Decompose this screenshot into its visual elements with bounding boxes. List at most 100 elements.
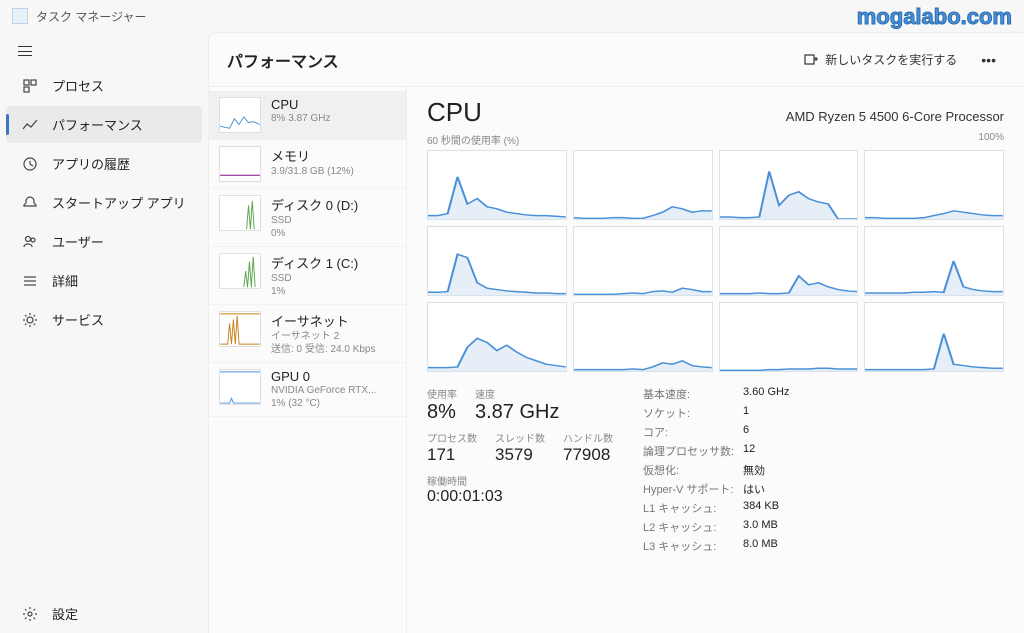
stat-label: 使用率 <box>427 386 457 401</box>
spec-key: Hyper-V サポート: <box>643 481 743 497</box>
spec-key: 論理プロセッサ数: <box>643 443 743 459</box>
stat-label: 速度 <box>475 386 559 401</box>
resource-sub: 1% (32 °C) <box>271 397 396 410</box>
cpu-core-cell <box>573 302 713 372</box>
graph-right-label: 100% <box>978 132 1004 147</box>
resource-disk0[interactable]: ディスク 0 (D:) SSD 0% <box>209 189 406 247</box>
spec-value: 6 <box>743 424 749 440</box>
cpu-core-cell <box>864 302 1004 372</box>
spec-value: 無効 <box>743 462 765 478</box>
nav-label: スタートアップ アプリ <box>52 193 186 212</box>
cpu-core-cell <box>427 150 567 220</box>
users-icon <box>22 234 38 250</box>
cpu-core-cell <box>719 150 859 220</box>
resource-memory[interactable]: メモリ 3.9/31.8 GB (12%) <box>209 140 406 189</box>
spec-value: はい <box>743 481 765 497</box>
spec-key: L1 キャッシュ: <box>643 500 743 516</box>
process-count: 171 <box>427 445 477 465</box>
resource-sub: SSD <box>271 214 396 227</box>
resource-gpu[interactable]: GPU 0 NVIDIA GeForce RTX... 1% (32 °C) <box>209 363 406 417</box>
new-task-icon <box>803 52 819 68</box>
spec-key: 仮想化: <box>643 462 743 478</box>
resource-ethernet[interactable]: イーサネット イーサネット 2 送信: 0 受信: 24.0 Kbps <box>209 305 406 363</box>
spec-value: 12 <box>743 443 755 459</box>
nav-label: プロセス <box>52 76 104 95</box>
spec-row: 仮想化:無効 <box>643 462 789 478</box>
uptime-label: 稼働時間 <box>427 473 613 488</box>
spec-value: 3.60 GHz <box>743 386 789 402</box>
nav-startup[interactable]: スタートアップ アプリ <box>6 184 202 221</box>
spec-row: L3 キャッシュ:8.0 MB <box>643 538 789 554</box>
page-title: パフォーマンス <box>227 48 793 72</box>
window-title: タスク マネージャー <box>36 8 147 25</box>
resource-cpu[interactable]: CPU 8% 3.87 GHz <box>209 91 406 140</box>
spec-key: L2 キャッシュ: <box>643 519 743 535</box>
disk-thumb <box>219 253 261 289</box>
services-icon <box>22 312 38 328</box>
resource-list: CPU 8% 3.87 GHz メモリ 3.9/31.8 GB (12%) ディ… <box>209 87 407 633</box>
performance-icon <box>22 117 38 133</box>
uptime-value: 0:00:01:03 <box>427 488 613 506</box>
cpu-core-cell <box>719 226 859 296</box>
spec-table: 基本速度:3.60 GHzソケット:1コア:6論理プロセッサ数:12仮想化:無効… <box>643 386 789 557</box>
stat-label: プロセス数 <box>427 430 477 445</box>
resource-sub: SSD <box>271 272 396 285</box>
gpu-thumb <box>219 369 261 405</box>
cpu-core-cell <box>427 302 567 372</box>
resource-sub: 8% 3.87 GHz <box>271 112 396 125</box>
new-task-button[interactable]: 新しいタスクを実行する <box>793 47 967 72</box>
resource-name: CPU <box>271 97 396 112</box>
spec-row: 論理プロセッサ数:12 <box>643 443 789 459</box>
spec-row: ソケット:1 <box>643 405 789 421</box>
cpu-core-grid <box>427 150 1004 372</box>
stat-label: ハンドル数 <box>563 430 613 445</box>
spec-row: Hyper-V サポート:はい <box>643 481 789 497</box>
nav-app-history[interactable]: アプリの履歴 <box>6 145 202 182</box>
resource-sub: イーサネット 2 <box>271 330 396 343</box>
nav-label: アプリの履歴 <box>52 154 130 173</box>
cpu-core-cell <box>427 226 567 296</box>
resource-name: ディスク 0 (D:) <box>271 195 396 214</box>
stat-label: スレッド数 <box>495 430 545 445</box>
more-button[interactable]: ••• <box>971 48 1006 72</box>
hamburger-button[interactable] <box>0 36 208 66</box>
nav-details[interactable]: 詳細 <box>6 262 202 299</box>
usage-value: 8% <box>427 401 457 424</box>
cpu-core-cell <box>719 302 859 372</box>
nav-users[interactable]: ユーザー <box>6 223 202 260</box>
memory-thumb <box>219 146 261 182</box>
speed-value: 3.87 GHz <box>475 401 559 424</box>
handle-count: 77908 <box>563 445 613 465</box>
nav-label: ユーザー <box>52 232 104 251</box>
spec-key: コア: <box>643 424 743 440</box>
nav-label: パフォーマンス <box>52 115 143 134</box>
resource-name: GPU 0 <box>271 369 396 384</box>
resource-name: イーサネット <box>271 311 396 330</box>
graph-left-label: 60 秒間の使用率 (%) <box>427 132 519 147</box>
detail-panel: CPU AMD Ryzen 5 4500 6-Core Processor 60… <box>407 87 1024 633</box>
nav-label: 詳細 <box>52 271 78 290</box>
nav-settings[interactable]: 設定 <box>6 595 202 632</box>
cpu-core-cell <box>573 150 713 220</box>
nav-performance[interactable]: パフォーマンス <box>6 106 202 143</box>
spec-row: 基本速度:3.60 GHz <box>643 386 789 402</box>
nav-label: 設定 <box>52 604 78 623</box>
resource-sub: 0% <box>271 227 396 240</box>
sidebar: プロセス パフォーマンス アプリの履歴 スタートアップ アプリ ユーザー 詳細 … <box>0 32 208 633</box>
disk-thumb <box>219 195 261 231</box>
resource-name: メモリ <box>271 146 396 165</box>
detail-title: CPU <box>427 97 786 128</box>
resource-disk1[interactable]: ディスク 1 (C:) SSD 1% <box>209 247 406 305</box>
resource-sub: 1% <box>271 285 396 298</box>
spec-value: 1 <box>743 405 749 421</box>
processes-icon <box>22 78 38 94</box>
nav-services[interactable]: サービス <box>6 301 202 338</box>
spec-key: 基本速度: <box>643 386 743 402</box>
nav-processes[interactable]: プロセス <box>6 67 202 104</box>
history-icon <box>22 156 38 172</box>
spec-key: ソケット: <box>643 405 743 421</box>
spec-value: 384 KB <box>743 500 779 516</box>
ethernet-thumb <box>219 311 261 347</box>
spec-row: L1 キャッシュ:384 KB <box>643 500 789 516</box>
resource-sub: 送信: 0 受信: 24.0 Kbps <box>271 343 396 356</box>
